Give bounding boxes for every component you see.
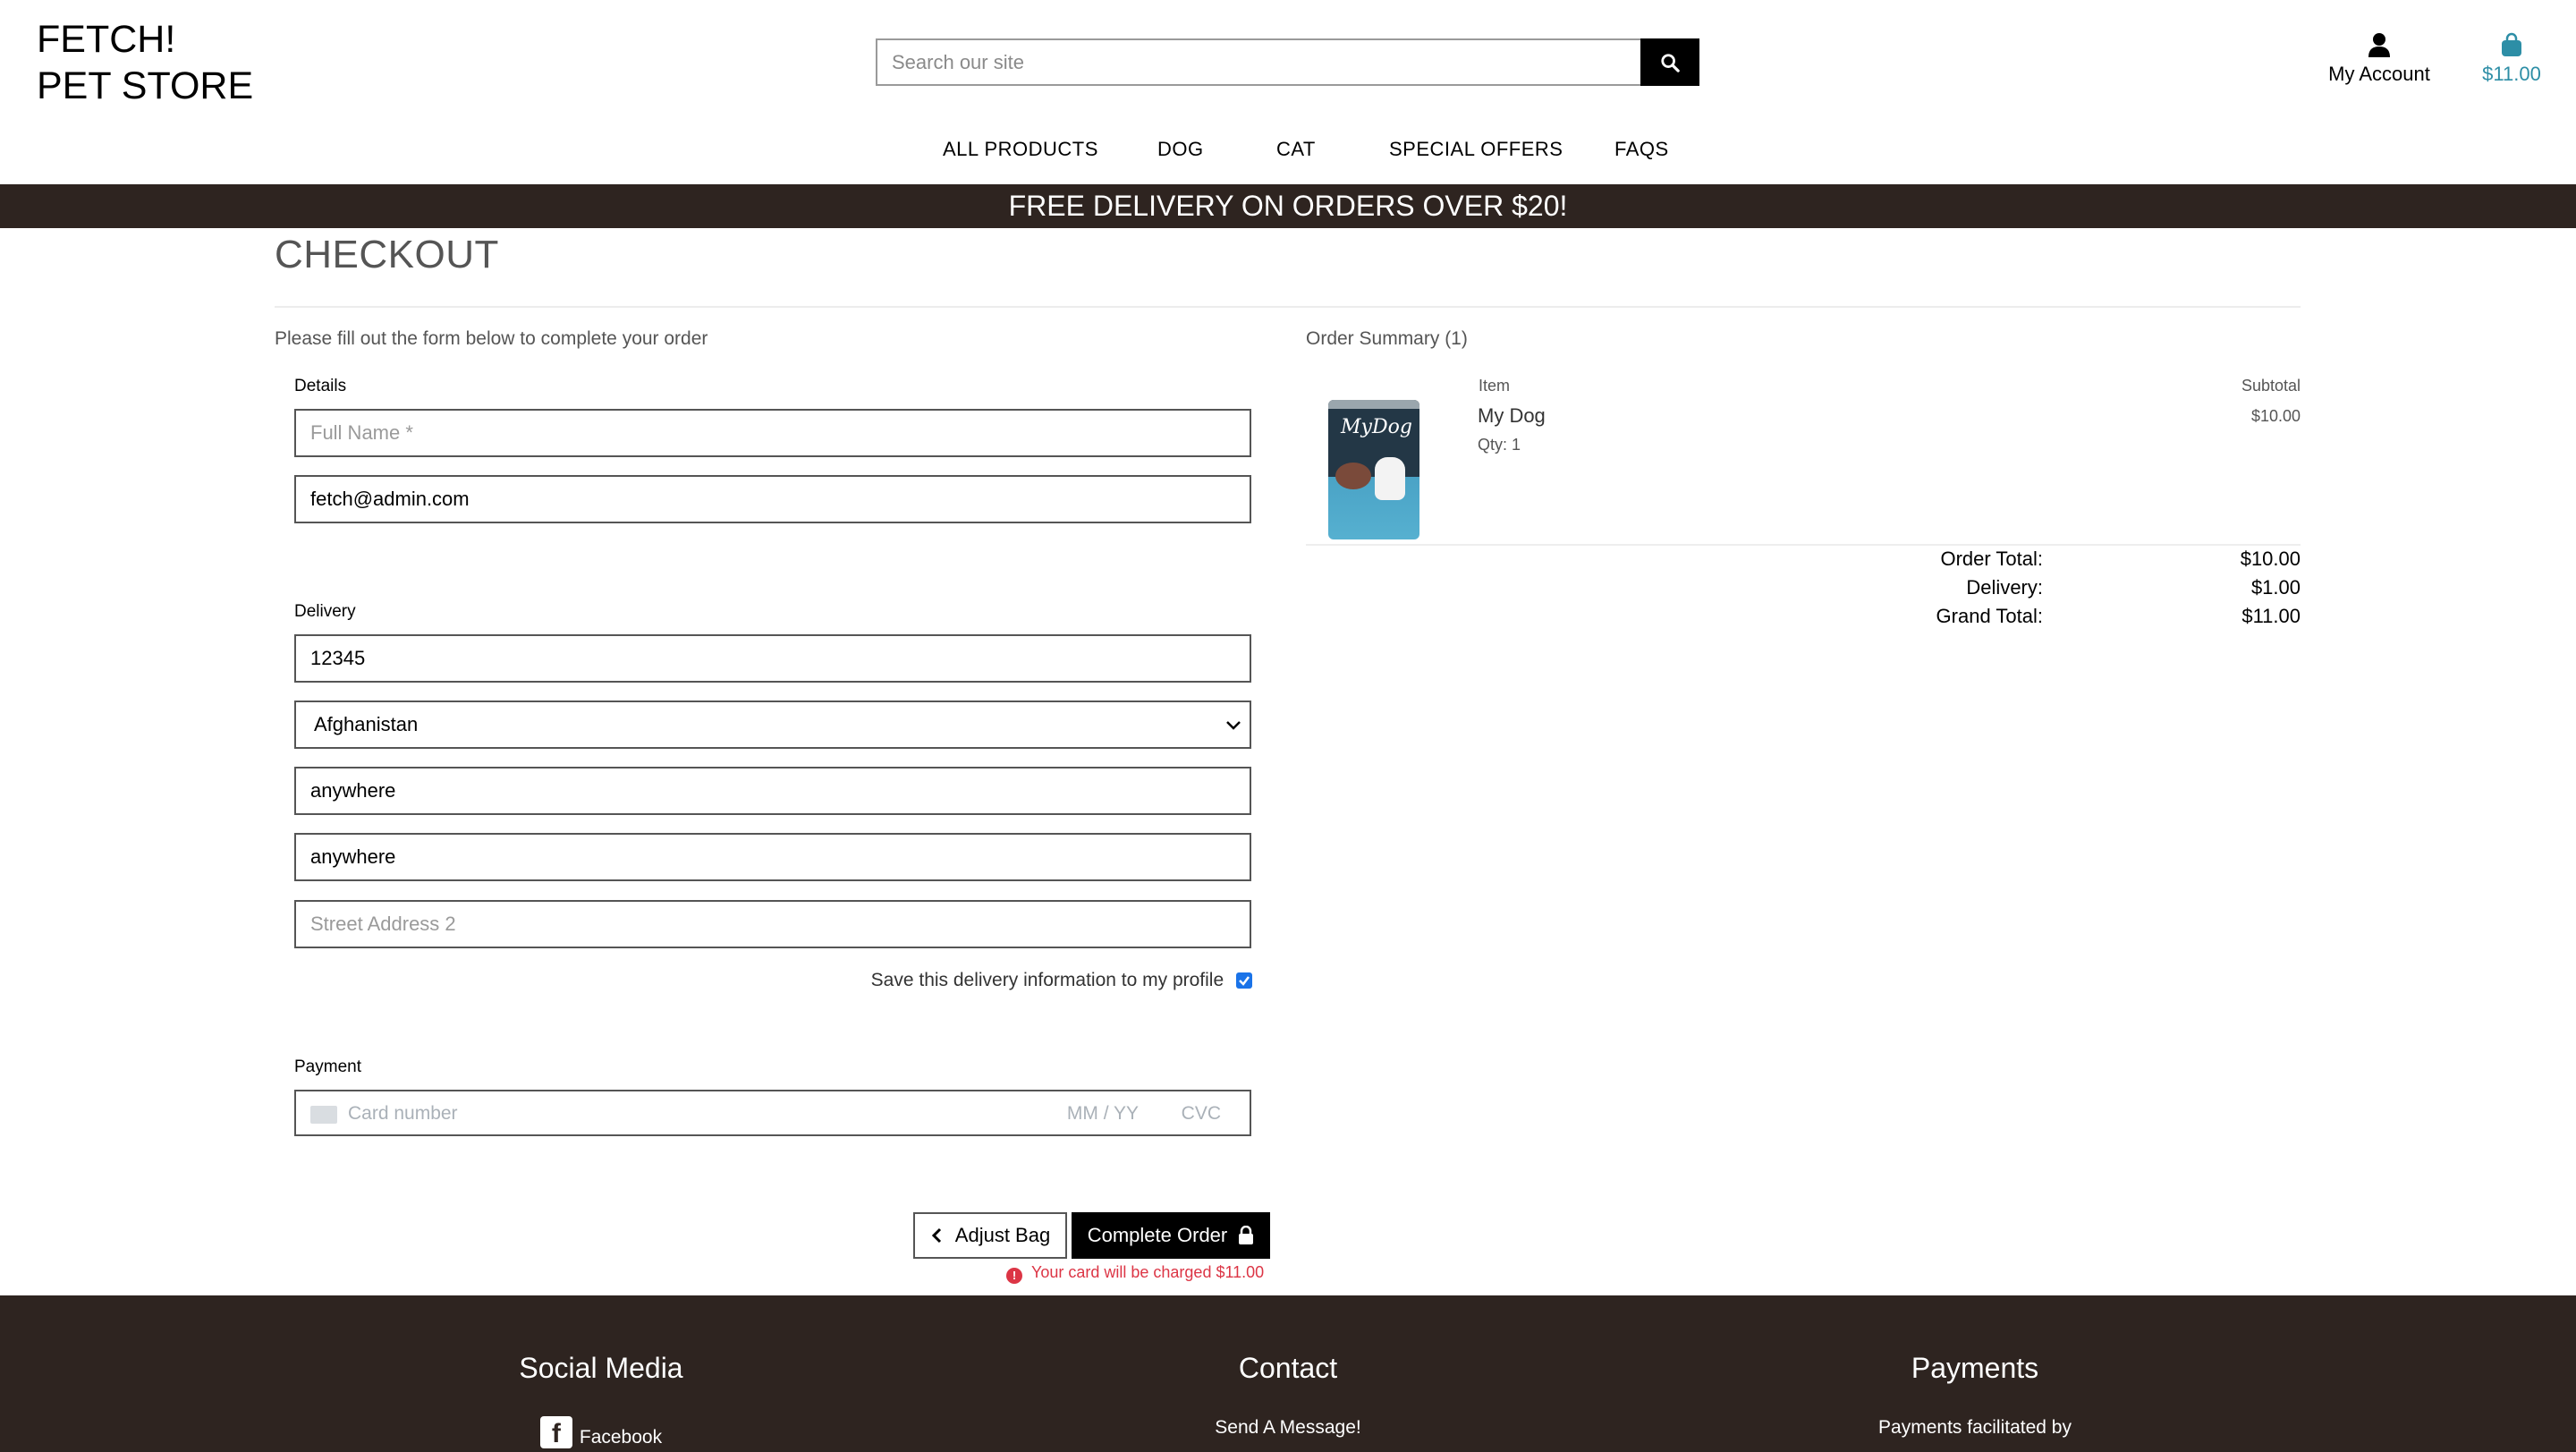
nav-all-products[interactable]: ALL PRODUCTS [943, 138, 1098, 161]
can-lid [1328, 400, 1419, 409]
complete-order-label: Complete Order [1087, 1224, 1228, 1246]
bag-total: $11.00 [2482, 63, 2541, 85]
shopping-bag-icon [2502, 32, 2521, 56]
column-header-item: Item [1479, 377, 1511, 395]
charge-notice-text: Your card will be charged $11.00 [1031, 1263, 1265, 1281]
chevron-down-icon [1226, 721, 1241, 730]
product-image-brand: MyDog [1341, 416, 1412, 438]
card-cvc-placeholder: CVC [1181, 1103, 1221, 1124]
nav-faqs[interactable]: FAQS [1614, 138, 1669, 161]
search-input[interactable] [876, 38, 1640, 86]
save-info-row: Save this delivery information to my pro… [733, 970, 1252, 991]
my-account-label: My Account [2328, 63, 2430, 85]
chevron-left-icon [931, 1227, 941, 1244]
checkmark-icon [1239, 976, 1250, 986]
adjust-bag-button[interactable]: Adjust Bag [913, 1212, 1067, 1259]
search-button[interactable] [1640, 38, 1699, 86]
search-form [876, 38, 1699, 86]
exclamation-circle-icon: ! [1006, 1268, 1022, 1284]
send-message-link[interactable]: Send A Message! [1109, 1417, 1467, 1439]
product-image: MyDog [1328, 400, 1419, 539]
footer-payments-title: Payments [1911, 1352, 2039, 1384]
full-name-field[interactable] [294, 409, 1251, 457]
free-delivery-banner: FREE DELIVERY ON ORDERS OVER $20! [0, 184, 2576, 228]
summary-divider [1306, 544, 2301, 546]
page-title: CHECKOUT [275, 233, 499, 276]
credit-card-icon [310, 1106, 337, 1124]
footer-social-title: Social Media [519, 1352, 683, 1384]
payment-label: Payment [294, 1057, 361, 1076]
product-name: My Dog [1478, 404, 1546, 427]
nav-special-offers[interactable]: SPECIAL OFFERS [1389, 138, 1563, 161]
order-total-value: $10.00 [2240, 548, 2301, 570]
search-icon [1661, 53, 1680, 72]
checkout-intro: Please fill out the form below to comple… [275, 328, 708, 349]
country-selected-value: Afghanistan [314, 713, 419, 735]
card-expiry-placeholder: MM / YY [1066, 1103, 1139, 1124]
site-logo[interactable]: FETCH! PET STORE [37, 16, 253, 109]
town-field[interactable] [294, 767, 1251, 815]
facebook-icon: f [539, 1416, 572, 1448]
save-info-label: Save this delivery information to my pro… [870, 970, 1224, 990]
adjust-bag-label: Adjust Bag [954, 1224, 1051, 1246]
complete-order-button[interactable]: Complete Order [1072, 1212, 1270, 1259]
charge-notice: ! Your card will be charged $11.00 [1006, 1263, 1264, 1284]
column-header-subtotal: Subtotal [2241, 377, 2301, 395]
street-address-1-field[interactable] [294, 833, 1251, 881]
product-food-graphic [1335, 463, 1371, 489]
product-qty: Qty: 1 [1478, 436, 1521, 454]
delivery-label: Delivery [294, 602, 356, 621]
facebook-label: Facebook [579, 1427, 663, 1448]
lock-icon [1239, 1226, 1254, 1244]
title-divider [275, 306, 2301, 308]
logo-line-2: PET STORE [37, 64, 254, 107]
postcode-field[interactable] [294, 634, 1251, 683]
nav-dog[interactable]: DOG [1157, 138, 1204, 161]
shopping-bag-link[interactable]: $11.00 [2473, 32, 2550, 86]
save-info-checkbox[interactable] [1236, 972, 1252, 989]
card-number-placeholder: Card number [348, 1103, 458, 1124]
details-label: Details [294, 377, 347, 395]
grand-total-value: $11.00 [2241, 605, 2301, 627]
nav-cat[interactable]: CAT [1276, 138, 1316, 161]
product-subtotal: $10.00 [2250, 407, 2301, 425]
footer-contact-title: Contact [1238, 1352, 1338, 1384]
payments-text: Payments facilitated by [1878, 1417, 2072, 1438]
user-icon [2368, 33, 2390, 57]
main-nav: ALL PRODUCTS DOG CAT SPECIAL OFFERS FAQS [0, 138, 2576, 165]
delivery-cost-label: Delivery: [1966, 576, 2043, 599]
delivery-cost-value: $1.00 [2250, 576, 2301, 599]
email-field[interactable] [294, 475, 1251, 523]
product-dog-graphic [1375, 457, 1405, 500]
facebook-link[interactable]: f Facebook [422, 1416, 780, 1448]
order-summary-title: Order Summary (1) [1306, 328, 1468, 349]
my-account-link[interactable]: My Account [2321, 32, 2437, 86]
street-address-2-field[interactable] [294, 900, 1251, 948]
logo-line-1: FETCH! [37, 18, 176, 61]
card-element[interactable]: Card number MM / YY CVC [294, 1090, 1251, 1136]
order-total-label: Order Total: [1940, 548, 2043, 570]
grand-total-label: Grand Total: [1936, 605, 2043, 627]
country-select[interactable]: Afghanistan [294, 701, 1251, 749]
site-footer: Social Media f Facebook Contact Send A Me… [0, 1295, 2576, 1452]
